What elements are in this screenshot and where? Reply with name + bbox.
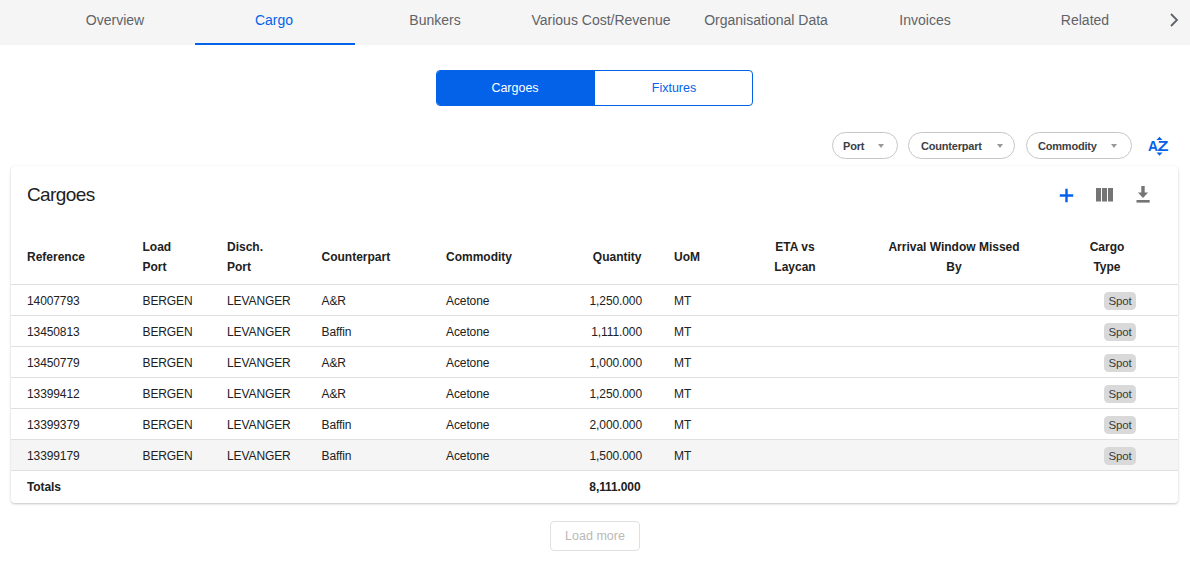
svg-text:Z: Z xyxy=(1158,138,1169,154)
